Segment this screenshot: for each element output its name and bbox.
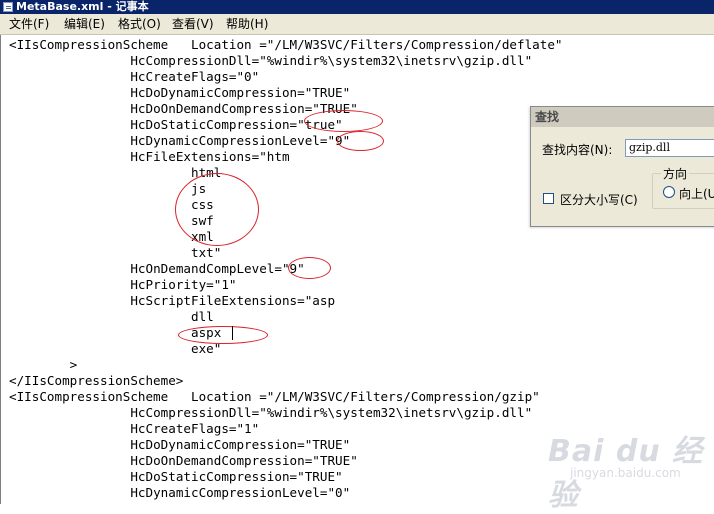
editor-line: HcCreateFlags="0" [9, 69, 260, 84]
baidu-watermark: Bai du 经验 jingyan.baidu.com [548, 418, 708, 513]
editor-line: HcDoStaticCompression="true" [9, 117, 343, 132]
editor-line: HcFileExtensions="htm [9, 149, 290, 164]
editor-line: HcDoDynamicCompression="TRUE" [9, 437, 351, 452]
menu-file[interactable]: 文件(F) [9, 17, 49, 32]
match-case-checkbox[interactable] [543, 193, 554, 204]
editor-line: <IIsCompressionScheme Location ="/LM/W3S… [9, 37, 563, 52]
menu-view[interactable]: 查看(V) [172, 17, 214, 32]
editor-line: > [9, 357, 78, 372]
highlight-dynamic-level [337, 131, 384, 151]
find-dialog: 查找 查找内容(N): gzip.dll 区分大小写(C) 方向 向上(U) [530, 106, 714, 227]
direction-label: 方向 [661, 165, 690, 182]
editor-line: HcDoStaticCompression="TRUE" [9, 469, 343, 484]
text-caret [232, 326, 233, 340]
editor-line: HcDynamicCompressionLevel="0" [9, 485, 351, 500]
direction-up-label[interactable]: 向上(U) [679, 185, 714, 202]
editor-line: HcCompressionDll="%windir%\system32\inet… [9, 405, 533, 420]
editor-line: </IIsCompressionScheme> [9, 373, 184, 388]
highlight-static-compression [304, 110, 383, 132]
highlight-file-extensions [175, 173, 259, 246]
editor-line: dll [9, 309, 214, 324]
editor-line: exe" [9, 341, 222, 356]
editor-line: HcDoDynamicCompression="TRUE" [9, 85, 351, 100]
menu-edit[interactable]: 编辑(E) [64, 17, 105, 32]
find-what-label: 查找内容(N): [542, 143, 613, 157]
editor-line: HcCompressionDll="%windir%\system32\inet… [9, 53, 533, 68]
menu-format[interactable]: 格式(O) [118, 17, 161, 32]
editor-line: txt" [9, 245, 222, 260]
editor-line: HcDoOnDemandCompression="TRUE" [9, 453, 358, 468]
find-dialog-title[interactable]: 查找 [531, 107, 714, 127]
menu-help[interactable]: 帮助(H) [226, 17, 268, 32]
editor-line: HcPriority="1" [9, 277, 237, 292]
editor-line: html [9, 165, 222, 180]
editor-line: HcScriptFileExtensions="asp [9, 293, 336, 308]
editor-line: HcOnDemandCompLevel="9" [9, 261, 305, 276]
editor-line: <IIsCompressionScheme Location ="/LM/W3S… [9, 389, 540, 404]
match-case-label[interactable]: 区分大小写(C) [560, 191, 638, 208]
window-titlebar[interactable]: MetaBase.xml - 记事本 [0, 0, 714, 14]
window-title: MetaBase.xml - 记事本 [16, 0, 149, 13]
highlight-ondemand-level [288, 257, 331, 279]
editor-line: js [9, 181, 207, 196]
find-what-input[interactable]: gzip.dll [625, 139, 714, 157]
watermark-url: jingyan.baidu.com [570, 466, 681, 480]
notepad-icon [3, 2, 13, 12]
editor-line: HcDynamicCompressionLevel="9" [9, 133, 351, 148]
highlight-aspx [178, 326, 268, 344]
editor-line: HcCreateFlags="1" [9, 421, 260, 436]
editor-line: HcDoOnDemandCompression="TRUE" [9, 101, 358, 116]
menu-bar: 文件(F) 编辑(E) 格式(O) 查看(V) 帮助(H) [0, 14, 714, 35]
direction-up-radio[interactable] [663, 186, 675, 198]
